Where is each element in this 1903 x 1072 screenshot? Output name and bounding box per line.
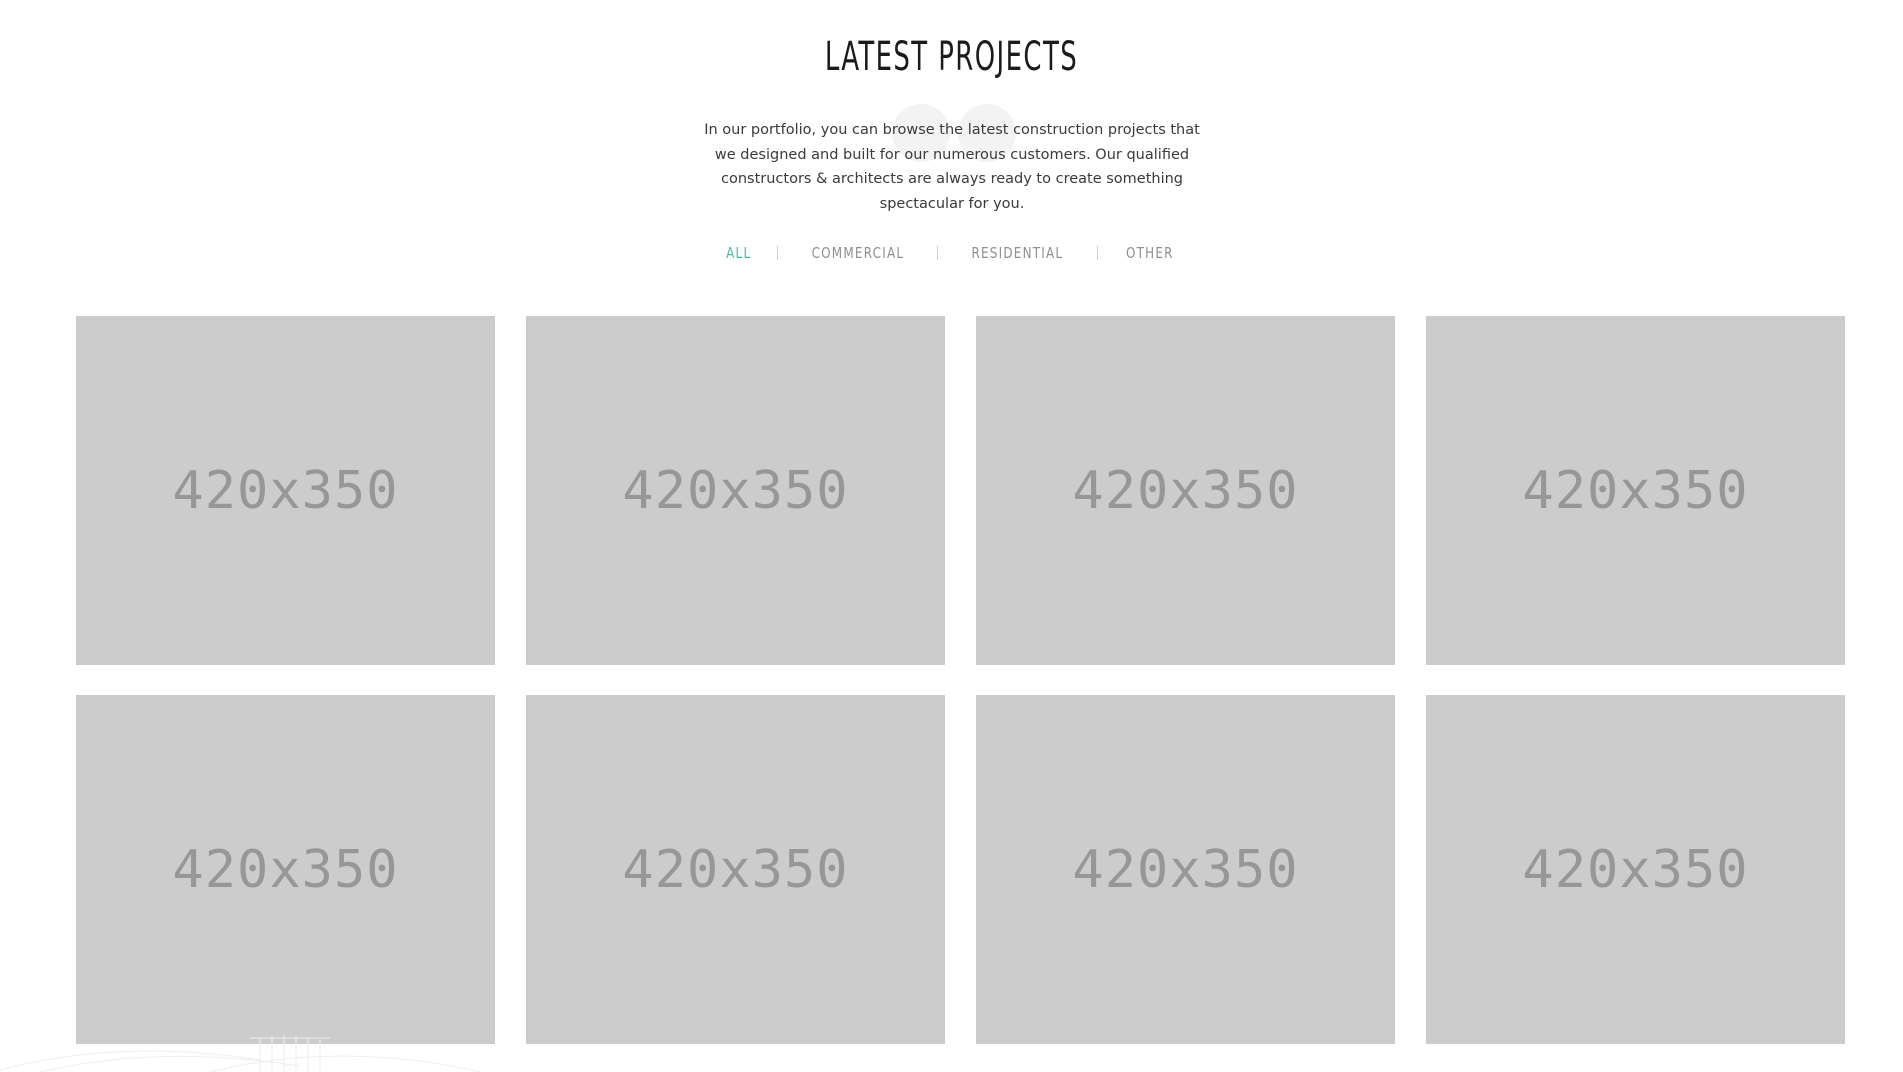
project-tile[interactable]: 420x350 xyxy=(976,695,1395,1044)
placeholder-label: 420x350 xyxy=(1072,460,1299,521)
background-sketch-illustration xyxy=(0,1035,481,1072)
filter-commercial[interactable]: COMMERCIAL xyxy=(811,244,904,262)
filter-divider xyxy=(937,246,939,260)
placeholder-label: 420x350 xyxy=(622,839,849,900)
latest-projects-section: LATEST PROJECTS In our portfolio, you ca… xyxy=(0,0,1903,1072)
section-intro: In our portfolio, you can browse the lat… xyxy=(704,122,1200,212)
placeholder-label: 420x350 xyxy=(1522,839,1749,900)
section-title: LATEST PROJECTS xyxy=(824,34,1079,80)
project-grid: 420x350 420x350 420x350 420x350 420x350 … xyxy=(76,316,1845,1044)
project-filter-bar: ALL COMMERCIAL RESIDENTIAL OTHER xyxy=(0,244,1903,262)
project-tile[interactable]: 420x350 xyxy=(526,316,945,665)
project-tile[interactable]: 420x350 xyxy=(76,695,495,1044)
filter-other[interactable]: OTHER xyxy=(1126,244,1174,262)
filter-all[interactable]: ALL xyxy=(726,244,751,262)
project-tile[interactable]: 420x350 xyxy=(76,316,495,665)
project-tile[interactable]: 420x350 xyxy=(1426,695,1845,1044)
placeholder-label: 420x350 xyxy=(1072,839,1299,900)
filter-divider xyxy=(1097,246,1099,260)
placeholder-label: 420x350 xyxy=(622,460,849,521)
project-tile[interactable]: 420x350 xyxy=(526,695,945,1044)
filter-divider xyxy=(776,246,778,260)
project-tile[interactable]: 420x350 xyxy=(1426,316,1845,665)
placeholder-label: 420x350 xyxy=(172,460,399,521)
placeholder-label: 420x350 xyxy=(1522,460,1749,521)
project-tile[interactable]: 420x350 xyxy=(976,316,1395,665)
filter-residential[interactable]: RESIDENTIAL xyxy=(972,244,1064,262)
placeholder-label: 420x350 xyxy=(172,839,399,900)
